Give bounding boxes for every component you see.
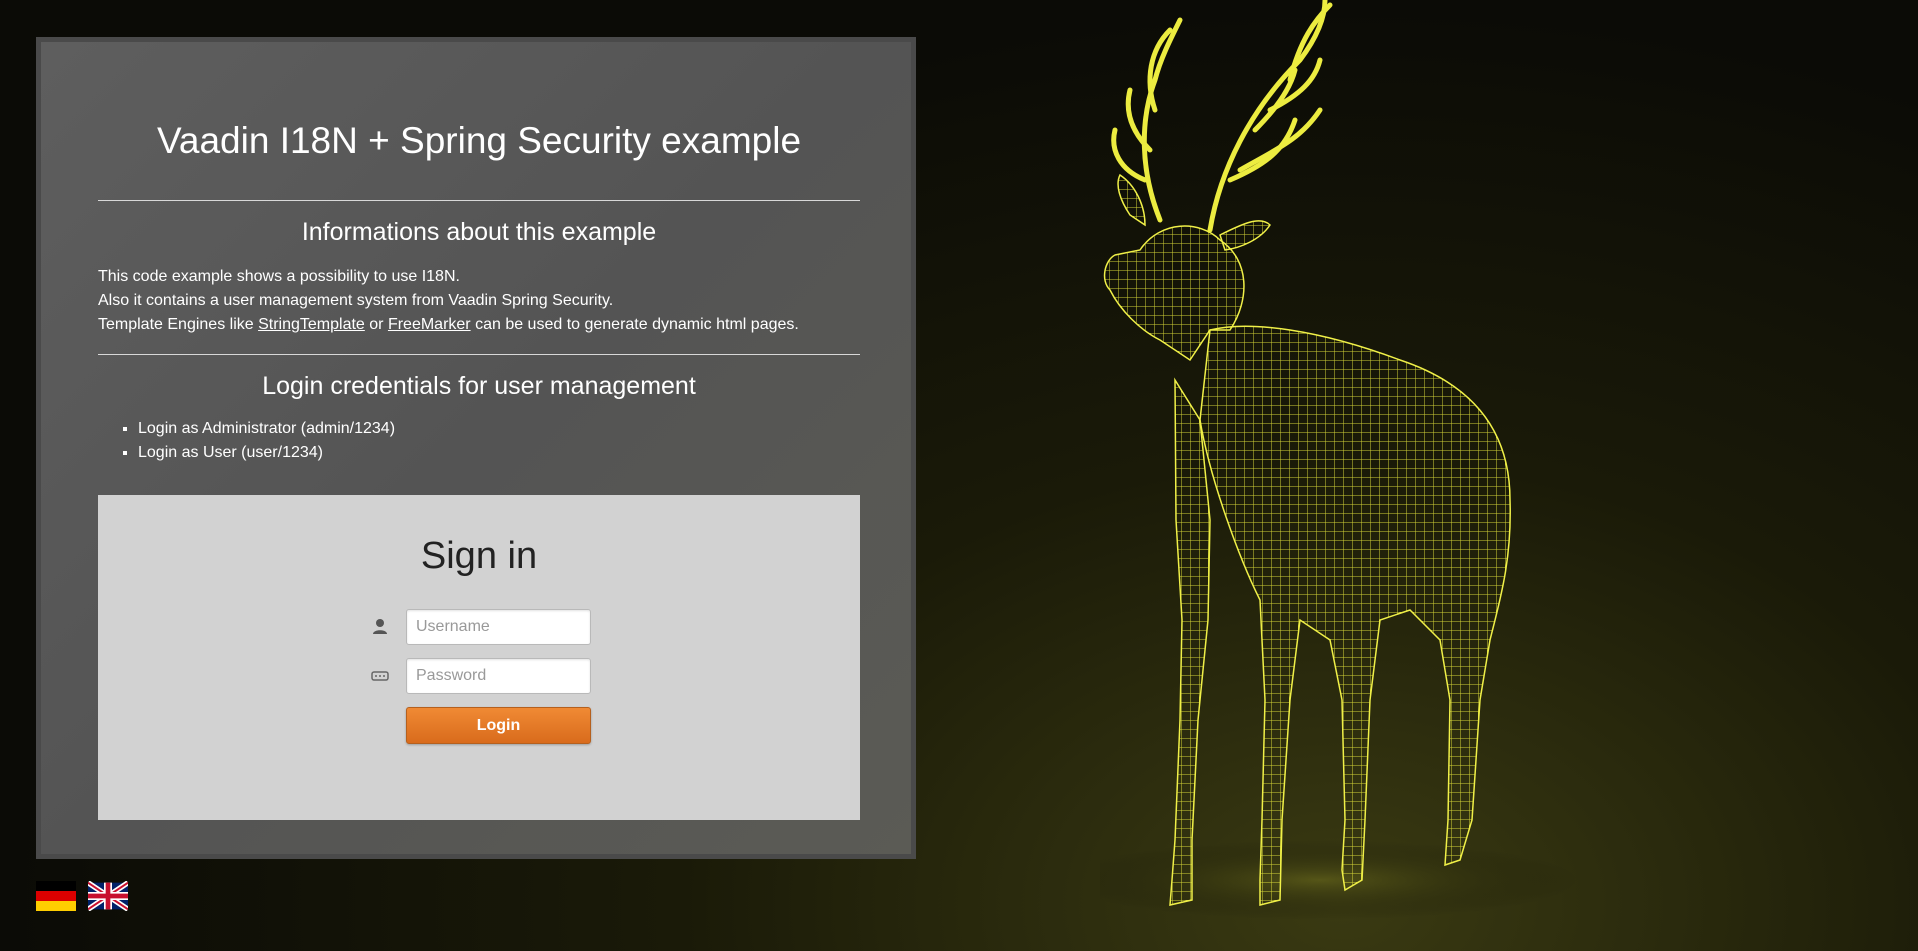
info-line-3-prefix: Template Engines like: [98, 316, 259, 333]
divider: [98, 200, 860, 201]
info-heading: Informations about this example: [301, 218, 657, 246]
list-item: Login as User (user/1234): [138, 441, 395, 465]
info-panel: Vaadin I18N + Spring Security example In…: [36, 37, 916, 859]
freemarker-link[interactable]: FreeMarker: [388, 316, 471, 333]
info-line-3: Template Engines like StringTemplate or …: [98, 313, 860, 337]
info-line-3-suffix: can be used to generate dynamic html pag…: [470, 316, 799, 333]
stringtemplate-link[interactable]: StringTemplate: [258, 316, 365, 333]
credentials-heading: Login credentials for user management: [262, 372, 696, 400]
divider: [98, 354, 860, 355]
password-row: [370, 658, 600, 694]
list-item: Login as Administrator (admin/1234): [138, 417, 395, 441]
signin-title: Sign in: [420, 535, 538, 577]
username-input[interactable]: [406, 609, 591, 645]
credentials-list: Login as Administrator (admin/1234) Logi…: [98, 417, 395, 465]
info-text: This code example shows a possibility to…: [98, 265, 860, 337]
uk-flag-icon[interactable]: [88, 881, 128, 911]
page-title: Vaadin I18N + Spring Security example: [156, 120, 802, 161]
username-row: [370, 609, 600, 645]
info-line-1: This code example shows a possibility to…: [98, 268, 460, 285]
password-input[interactable]: [406, 658, 591, 694]
info-line-2: Also it contains a user management syste…: [98, 292, 614, 309]
german-flag-icon[interactable]: [36, 881, 76, 911]
info-line-3-mid: or: [364, 316, 388, 333]
user-icon: [373, 619, 387, 634]
password-icon: [371, 671, 389, 681]
wireframe-deer-illustration: [1100, 0, 1580, 920]
login-button[interactable]: Login: [406, 707, 591, 744]
signin-form: Sign in Login: [98, 495, 860, 820]
